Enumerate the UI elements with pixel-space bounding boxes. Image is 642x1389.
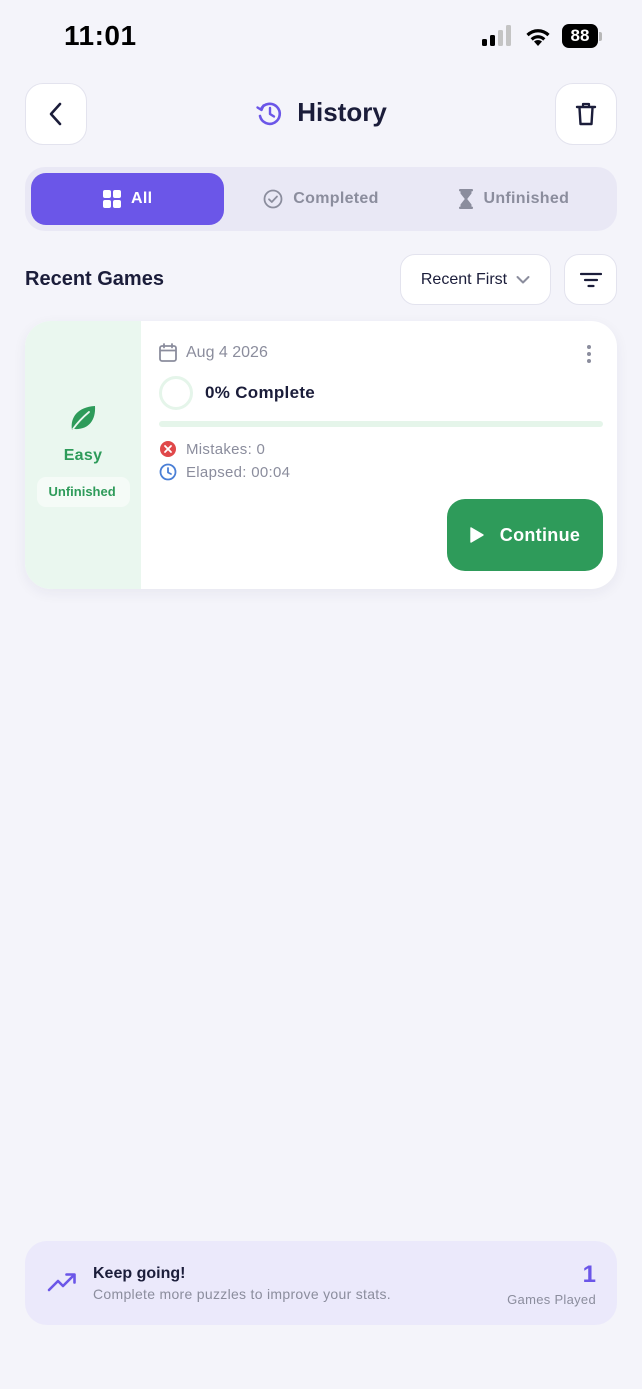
- continue-label: Continue: [499, 524, 581, 545]
- tab-completed[interactable]: Completed: [224, 173, 417, 225]
- delete-history-button[interactable]: [555, 83, 617, 145]
- battery-indicator: 88: [562, 24, 602, 48]
- more-options-icon[interactable]: [581, 341, 597, 367]
- section-title: Recent Games: [25, 268, 164, 290]
- game-date: Aug 4 2026: [186, 343, 268, 361]
- chevron-down-icon: [516, 275, 530, 283]
- game-card[interactable]: Easy Unfinished Aug 4 2026 0% Complete M…: [25, 321, 617, 589]
- tab-all-label: All: [130, 190, 153, 207]
- error-circle-icon: [160, 441, 176, 457]
- history-icon: [256, 102, 282, 125]
- page-title: History: [297, 97, 387, 127]
- status-badge: Unfinished: [36, 477, 130, 507]
- tab-unfinished-label: Unfinished: [483, 190, 570, 207]
- trending-up-icon: [47, 1273, 76, 1292]
- battery-level: 88: [562, 24, 598, 48]
- check-circle-icon: [263, 189, 283, 209]
- battery-tip: [599, 31, 602, 41]
- mistakes-text: Mistakes: 0: [186, 440, 266, 458]
- elapsed-row: Elapsed: 00:04: [159, 463, 290, 481]
- clock-icon: [159, 463, 177, 481]
- history-screen: 11:01 88 History All Completed Unfinishe…: [0, 0, 642, 1389]
- continue-button[interactable]: Continue: [447, 499, 603, 571]
- games-played-label: Games Played: [507, 1292, 596, 1307]
- filter-tabs: All Completed Unfinished: [25, 167, 617, 231]
- game-card-difficulty-panel: Easy Unfinished: [25, 321, 141, 589]
- play-icon: [470, 527, 484, 543]
- game-card-details: Aug 4 2026 0% Complete Mistakes: 0 Elaps…: [141, 321, 617, 589]
- progress-ring: [159, 376, 193, 410]
- banner-title: Keep going!: [93, 1265, 186, 1282]
- progress-bar: [159, 421, 603, 427]
- hourglass-icon: [459, 189, 474, 209]
- sort-label: Recent First: [420, 270, 508, 288]
- banner-subtitle: Complete more puzzles to improve your st…: [93, 1286, 391, 1302]
- trash-icon: [575, 102, 597, 126]
- filter-button[interactable]: [564, 254, 617, 305]
- games-played-count: 1: [582, 1261, 596, 1288]
- difficulty-label: Easy: [63, 447, 103, 464]
- elapsed-text: Elapsed: 00:04: [186, 463, 291, 481]
- tab-unfinished[interactable]: Unfinished: [418, 173, 611, 225]
- wifi-icon: [526, 28, 550, 46]
- tab-all[interactable]: All: [31, 173, 225, 225]
- leaf-icon: [71, 406, 96, 430]
- sort-dropdown[interactable]: Recent First: [400, 254, 551, 305]
- progress-label: 0% Complete: [205, 383, 316, 402]
- status-icons: 88: [482, 24, 602, 48]
- game-date-row: Aug 4 2026: [159, 343, 268, 362]
- mistakes-row: Mistakes: 0: [159, 440, 265, 458]
- status-bar: 11:01 88: [0, 0, 642, 74]
- page-header: History: [0, 97, 642, 128]
- filter-icon: [579, 272, 602, 287]
- grid-icon: [102, 190, 121, 208]
- status-time: 11:01: [64, 20, 137, 51]
- progress-row: 0% Complete: [159, 376, 315, 410]
- calendar-icon: [159, 343, 177, 362]
- tab-completed-label: Completed: [293, 190, 379, 207]
- cellular-signal-icon: [482, 25, 511, 46]
- stats-banner: Keep going! Complete more puzzles to imp…: [25, 1241, 617, 1325]
